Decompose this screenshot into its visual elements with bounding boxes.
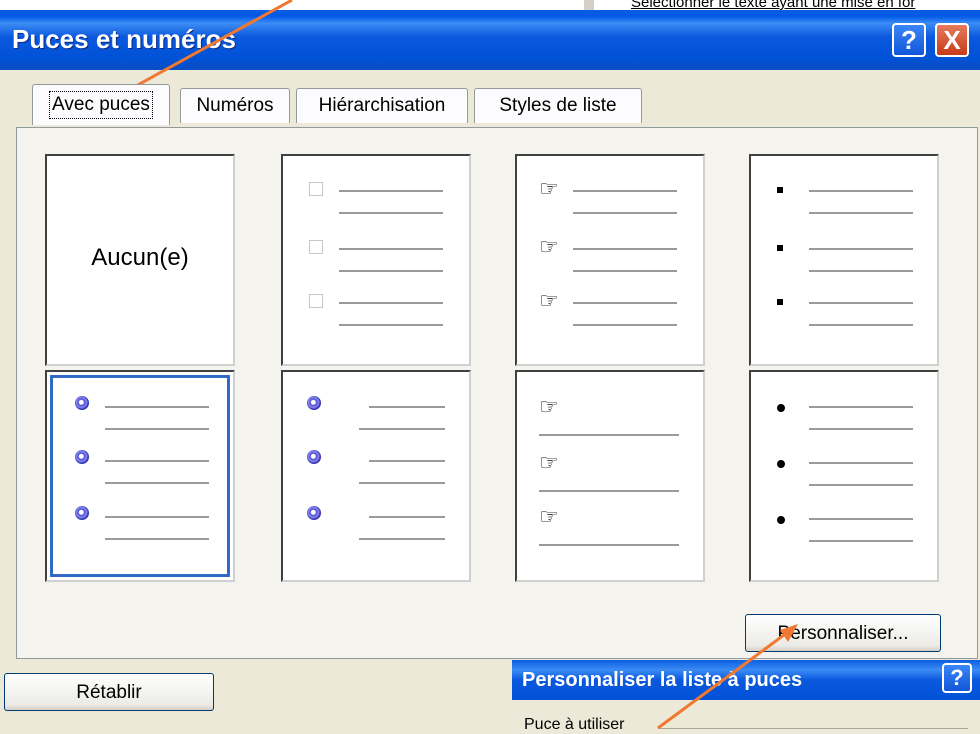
annotation-arrow-customize [657, 630, 789, 730]
arrow-head-icon [780, 624, 798, 642]
tab-label: Avec puces [49, 91, 153, 119]
annotation-arrow-tab [115, 0, 293, 99]
tab-avec-puces[interactable]: Avec puces [32, 84, 170, 125]
